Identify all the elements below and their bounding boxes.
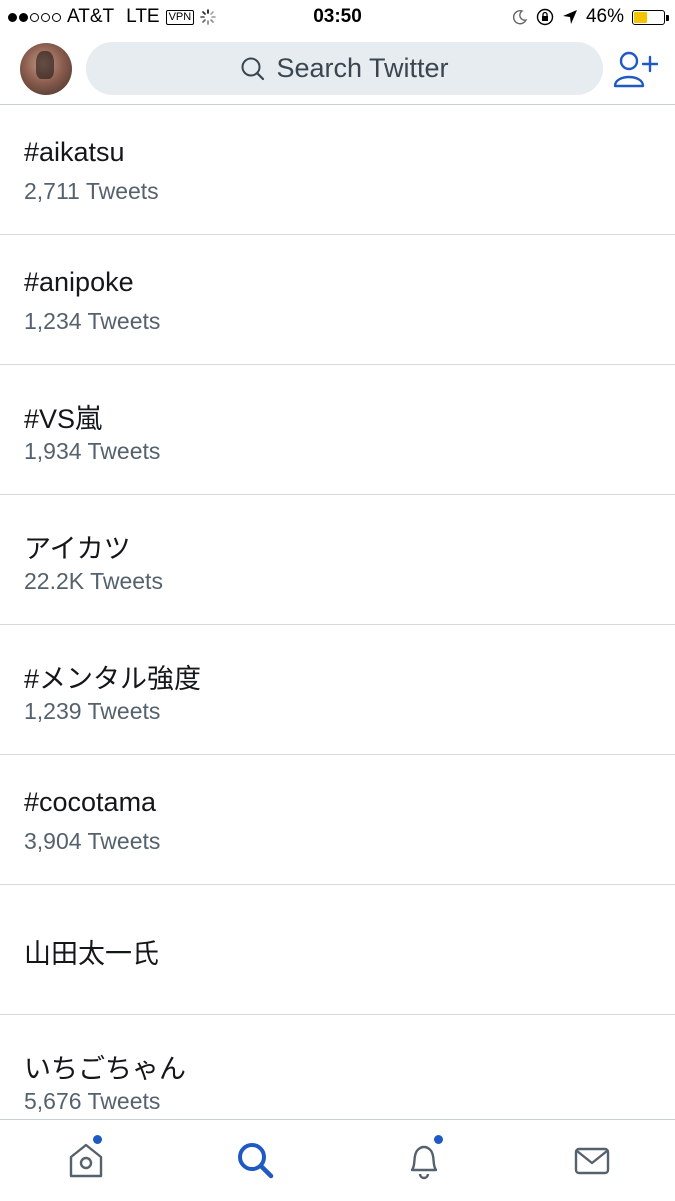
list-item[interactable]: #anipoke 1,234 Tweets bbox=[0, 235, 675, 365]
trend-count: 22.2K Tweets bbox=[24, 568, 163, 594]
trend-list: #aikatsu 2,711 Tweets #anipoke 1,234 Twe… bbox=[0, 105, 675, 1145]
search-icon[interactable] bbox=[233, 1138, 277, 1182]
notifications-icon[interactable] bbox=[402, 1138, 446, 1182]
orientation-lock-icon bbox=[536, 8, 554, 26]
messages-icon[interactable] bbox=[570, 1138, 614, 1182]
trend-name: #anipoke bbox=[24, 267, 134, 297]
search-placeholder: Search Twitter bbox=[276, 53, 449, 83]
trend-name: アイカツ bbox=[24, 534, 131, 564]
trend-count: 1,239 Tweets bbox=[24, 698, 161, 724]
add-user-icon[interactable] bbox=[612, 48, 658, 90]
trend-count: 5,676 Tweets bbox=[24, 1088, 161, 1114]
status-bar: AT&T LTE VPN 03:50 46% bbox=[0, 0, 675, 34]
header: Search Twitter bbox=[0, 34, 675, 105]
trend-name: #VS嵐 bbox=[24, 404, 103, 434]
trend-name: #aikatsu bbox=[24, 137, 125, 167]
trend-count: 2,711 Tweets bbox=[24, 178, 159, 204]
list-item[interactable]: #VS嵐 1,934 Tweets bbox=[0, 365, 675, 495]
trend-name: #cocotama bbox=[24, 787, 157, 817]
search-icon bbox=[241, 57, 265, 80]
home-icon[interactable] bbox=[64, 1138, 108, 1182]
location-arrow-icon bbox=[562, 10, 577, 24]
battery-icon bbox=[632, 9, 669, 25]
status-right: 46% bbox=[512, 6, 669, 28]
battery-percent: 46% bbox=[585, 6, 624, 27]
trend-name: いちごちゃん bbox=[24, 1054, 186, 1084]
list-item[interactable]: 山田太一氏 bbox=[0, 885, 675, 1015]
list-item[interactable]: アイカツ 22.2K Tweets bbox=[0, 495, 675, 625]
home-notification-dot bbox=[93, 1135, 102, 1144]
list-item[interactable]: #メンタル強度 1,239 Tweets bbox=[0, 625, 675, 755]
moon-icon bbox=[512, 10, 528, 25]
trend-name: #メンタル強度 bbox=[24, 664, 202, 694]
trend-count: 1,234 Tweets bbox=[24, 308, 161, 334]
list-item[interactable]: #aikatsu 2,711 Tweets bbox=[0, 105, 675, 235]
search-input[interactable]: Search Twitter bbox=[86, 42, 603, 95]
trend-count: 1,934 Tweets bbox=[24, 438, 161, 464]
notifications-dot bbox=[434, 1135, 443, 1144]
tab-bar bbox=[0, 1119, 675, 1201]
list-item[interactable]: #cocotama 3,904 Tweets bbox=[0, 755, 675, 885]
trend-count: 3,904 Tweets bbox=[24, 828, 161, 854]
avatar[interactable] bbox=[20, 43, 72, 95]
trend-name: 山田太一氏 bbox=[24, 939, 159, 969]
